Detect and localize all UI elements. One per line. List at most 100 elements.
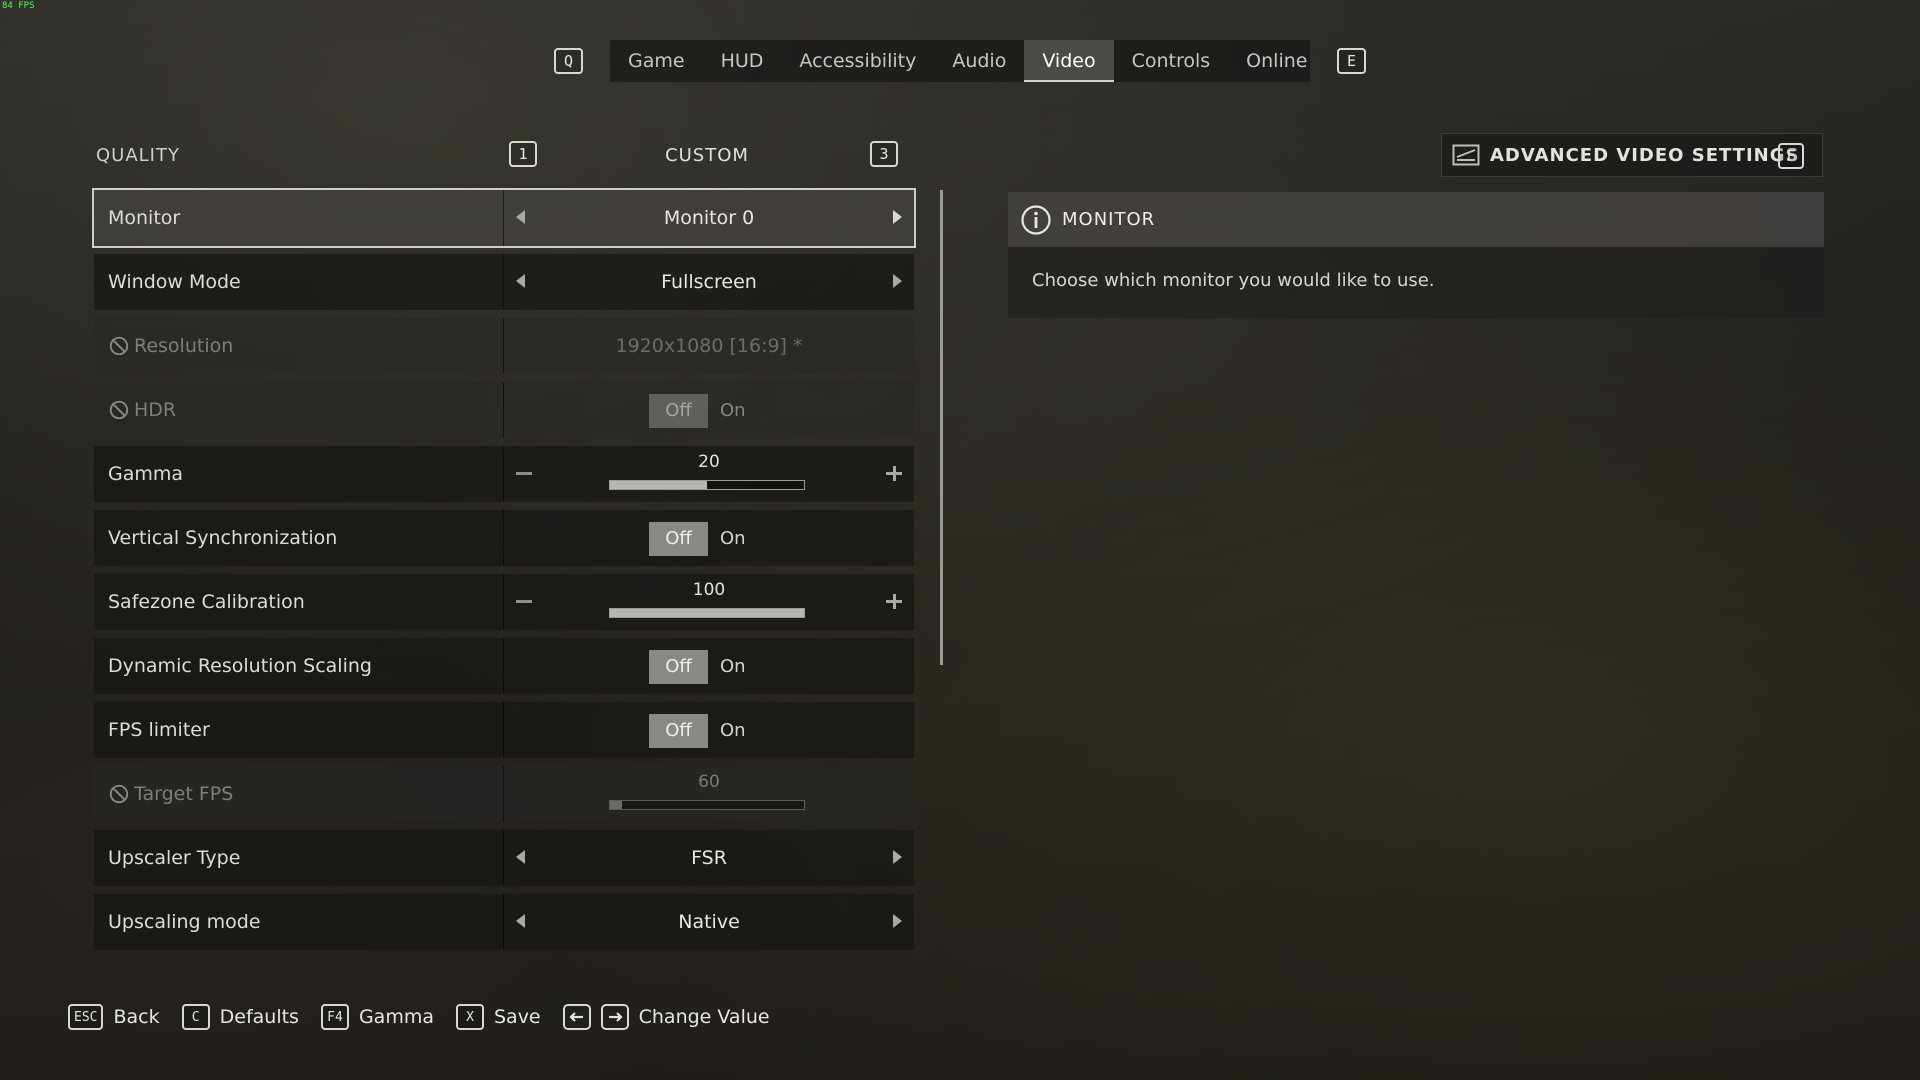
tab-audio[interactable]: Audio <box>934 40 1024 82</box>
toggle[interactable]: Off On <box>649 650 758 684</box>
monitor-settings-icon <box>1452 144 1480 166</box>
setting-row-fps-limiter[interactable]: FPS limiter Off On <box>94 702 914 758</box>
toggle-off[interactable]: Off <box>649 650 708 684</box>
toggle[interactable]: Off On <box>649 714 758 748</box>
setting-selector[interactable]: Fullscreen <box>504 254 914 310</box>
quality-next-key[interactable]: 3 <box>870 141 898 167</box>
change-value-hint[interactable]: Change Value <box>562 1004 770 1030</box>
toggle-off[interactable]: Off <box>649 522 708 556</box>
esc-key[interactable]: ESC <box>68 1004 104 1030</box>
slider-fill <box>610 481 707 489</box>
quality-prev-key[interactable]: 1 <box>509 141 537 167</box>
gamma-hint[interactable]: F4 Gamma <box>320 1004 434 1030</box>
scrollbar[interactable] <box>940 190 943 665</box>
setting-toggle: Off On <box>504 382 914 438</box>
setting-row-hdr: HDR Off On <box>94 382 914 438</box>
f4-key[interactable]: F4 <box>320 1004 349 1030</box>
setting-toggle[interactable]: Off On <box>504 702 914 758</box>
setting-row-window-mode[interactable]: Window Mode Fullscreen <box>94 254 914 310</box>
setting-row-safezone[interactable]: Safezone Calibration 100 <box>94 574 914 630</box>
selector-value: 1920x1080 [16:9] * <box>615 335 803 357</box>
plus-icon-bar[interactable] <box>893 466 896 481</box>
setting-slider[interactable]: 20 <box>504 446 914 502</box>
info-panel: MONITOR Choose which monitor you would l… <box>1008 192 1824 318</box>
tab-online[interactable]: Online <box>1228 40 1325 82</box>
toggle-on[interactable]: On <box>708 714 758 748</box>
toggle-on: On <box>720 400 746 421</box>
selector-value: Monitor 0 <box>663 207 755 229</box>
slider-value: 100 <box>692 580 726 600</box>
prev-tab-key[interactable]: Q <box>554 48 583 74</box>
slider-value: 20 <box>698 452 720 472</box>
tab-hud[interactable]: HUD <box>703 40 782 82</box>
selector-value: FSR <box>691 847 727 869</box>
tab-game[interactable]: Game <box>610 40 703 82</box>
setting-name-wrap: Resolution <box>94 318 504 374</box>
setting-row-resolution: Resolution 1920x1080 [16:9] * <box>94 318 914 374</box>
setting-toggle[interactable]: Off On <box>504 638 914 694</box>
minus-icon[interactable] <box>516 472 532 475</box>
setting-selector[interactable]: Monitor 0 <box>504 190 914 246</box>
arrow-right-icon[interactable] <box>893 850 902 864</box>
x-key[interactable]: X <box>455 1004 484 1030</box>
arrow-right-icon[interactable] <box>893 914 902 928</box>
defaults-label: Defaults <box>219 1006 299 1028</box>
minus-icon[interactable] <box>516 600 532 603</box>
slider-fill <box>610 609 804 617</box>
disabled-icon <box>109 784 129 804</box>
setting-row-vsync[interactable]: Vertical Synchronization Off On <box>94 510 914 566</box>
gamma-label: Gamma <box>358 1006 434 1028</box>
disabled-icon <box>109 400 129 420</box>
advanced-key[interactable]: F <box>1778 143 1804 169</box>
setting-name-wrap: Target FPS <box>94 766 504 822</box>
save-hint[interactable]: X Save <box>455 1004 541 1030</box>
defaults-hint[interactable]: C Defaults <box>181 1004 299 1030</box>
save-label: Save <box>493 1006 541 1028</box>
toggle-off[interactable]: Off <box>649 714 708 748</box>
slider-track <box>609 800 805 810</box>
selector-value: Fullscreen <box>661 271 757 293</box>
setting-selector[interactable]: FSR <box>504 830 914 886</box>
setting-selector: 1920x1080 [16:9] * <box>504 318 914 374</box>
advanced-video-settings-button[interactable]: ADVANCED VIDEO SETTINGS F <box>1441 133 1823 177</box>
setting-slider[interactable]: 100 <box>504 574 914 630</box>
slider-fill <box>610 801 622 809</box>
slider-track[interactable] <box>609 608 805 618</box>
tabs: Game HUD Accessibility Audio Video Contr… <box>610 40 1310 82</box>
setting-name-wrap: HDR <box>94 382 504 438</box>
arrow-left-key-icon[interactable] <box>562 1004 591 1030</box>
toggle: Off On <box>649 394 758 428</box>
arrow-right-key-icon[interactable] <box>600 1004 629 1030</box>
toggle-on[interactable]: On <box>708 522 758 556</box>
setting-name: HDR <box>134 399 177 421</box>
tab-accessibility[interactable]: Accessibility <box>781 40 934 82</box>
fps-counter: 84 FPS <box>2 1 35 11</box>
setting-selector[interactable]: Native <box>504 894 914 950</box>
tab-video[interactable]: Video <box>1024 40 1114 82</box>
setting-row-monitor[interactable]: Monitor Monitor 0 <box>92 188 916 248</box>
setting-row-dynamic-resolution[interactable]: Dynamic Resolution Scaling Off On <box>94 638 914 694</box>
info-title: MONITOR <box>1062 209 1156 230</box>
toggle-off: Off <box>649 394 708 428</box>
arrow-right-icon[interactable] <box>893 274 902 288</box>
toggle[interactable]: Off On <box>649 522 758 556</box>
setting-name: Vertical Synchronization <box>94 510 504 566</box>
back-hint[interactable]: ESC Back <box>68 1004 160 1030</box>
arrow-right-icon[interactable] <box>893 210 902 224</box>
plus-icon-bar[interactable] <box>893 594 896 609</box>
tab-controls[interactable]: Controls <box>1114 40 1229 82</box>
setting-name: Dynamic Resolution Scaling <box>94 638 504 694</box>
toggle-on[interactable]: On <box>708 650 758 684</box>
setting-name: Safezone Calibration <box>94 574 504 630</box>
setting-row-upscaler-type[interactable]: Upscaler Type FSR <box>94 830 914 886</box>
info-icon <box>1021 204 1051 235</box>
slider-track[interactable] <box>609 480 805 490</box>
c-key[interactable]: C <box>181 1004 210 1030</box>
next-tab-key[interactable]: E <box>1337 48 1366 74</box>
advanced-video-settings-label: ADVANCED VIDEO SETTINGS <box>1490 144 1800 166</box>
info-header: MONITOR <box>1008 192 1824 248</box>
setting-toggle[interactable]: Off On <box>504 510 914 566</box>
back-label: Back <box>113 1006 160 1028</box>
setting-row-upscaling-mode[interactable]: Upscaling mode Native <box>94 894 914 950</box>
setting-row-gamma[interactable]: Gamma 20 <box>94 446 914 502</box>
